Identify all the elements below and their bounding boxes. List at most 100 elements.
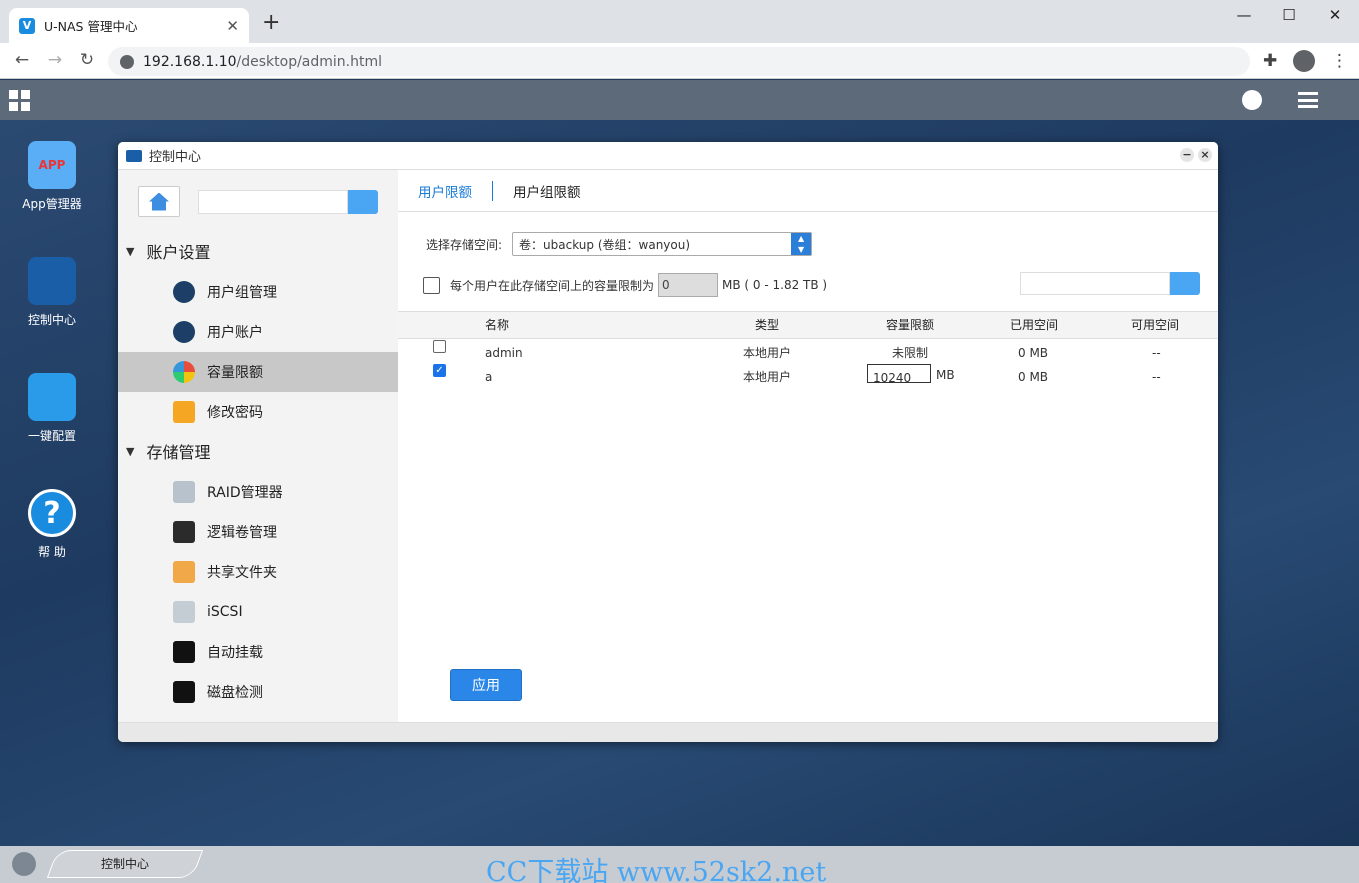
sidebar-item-change-password[interactable]: 修改密码 xyxy=(118,392,398,432)
desktop-icon-label: App管理器 xyxy=(22,197,82,211)
minimize-window-icon[interactable]: — xyxy=(1222,6,1266,24)
site-info-icon[interactable] xyxy=(120,54,134,69)
section-label: 账户设置 xyxy=(146,243,211,262)
sidebar-item-shared-folder[interactable]: 共享文件夹 xyxy=(118,552,398,592)
storage-select-label: 选择存储空间: xyxy=(426,237,503,252)
window-title-bar[interactable]: 控制中心 xyxy=(118,142,1218,170)
row-type: 本地用户 xyxy=(743,370,792,384)
start-logo-icon[interactable] xyxy=(12,852,36,876)
address-bar[interactable]: 192.168.1.10/desktop/admin.html xyxy=(108,47,1250,76)
sidebar-item-raid[interactable]: RAID管理器 xyxy=(118,472,398,512)
user-search-input[interactable] xyxy=(1020,272,1170,295)
sidebar-search-input[interactable] xyxy=(198,190,348,214)
section-storage-management[interactable]: ▼ 存储管理 xyxy=(118,432,398,470)
window-minimize-icon[interactable]: − xyxy=(1180,148,1194,162)
lock-icon xyxy=(173,401,195,423)
sidebar-item-label: 自动挂载 xyxy=(207,645,263,661)
help-glyph: ? xyxy=(43,495,61,531)
desktop-icon-label: 一键配置 xyxy=(27,429,76,443)
raid-icon xyxy=(173,481,195,503)
sidebar-search-button[interactable] xyxy=(348,190,378,214)
sidebar-item-lvm[interactable]: 逻辑卷管理 xyxy=(118,512,398,552)
desktop-icon-one-click-config[interactable]: 一键配置 xyxy=(14,373,90,444)
lvm-icon xyxy=(173,521,195,543)
home-button[interactable] xyxy=(138,186,180,217)
default-limit-label: 每个用户在此存储空间上的容量限制为 xyxy=(450,278,655,293)
close-window-icon[interactable]: ✕ xyxy=(1313,6,1357,24)
sidebar-item-label: 共享文件夹 xyxy=(207,565,277,581)
new-tab-icon[interactable]: + xyxy=(262,12,280,34)
sidebar: ▼ 账户设置 用户组管理 用户账户 容量限额 修改密码 ▼ 存储管理 RAID管理器… xyxy=(118,170,398,722)
automount-icon xyxy=(173,641,195,663)
section-label: 存储管理 xyxy=(146,443,211,462)
sidebar-item-automount[interactable]: 自动挂载 xyxy=(118,632,398,672)
apply-button[interactable]: 应用 xyxy=(450,669,522,701)
desktop-icon-control-center[interactable]: 控制中心 xyxy=(14,257,90,328)
browser-menu-icon[interactable]: ⋮ xyxy=(1331,51,1348,71)
browser-tab-title: U-NAS 管理中心 xyxy=(44,19,138,34)
disk-check-icon xyxy=(173,681,195,703)
quota-tabs: 用户限额 用户组限额 xyxy=(398,170,1218,212)
profile-icon[interactable] xyxy=(1293,50,1315,72)
table-row[interactable]: admin 本地用户 未限制 0 MB -- xyxy=(398,340,1218,364)
sidebar-item-disk-check[interactable]: 磁盘检测 xyxy=(118,672,398,712)
user-account-icon[interactable] xyxy=(1242,90,1262,110)
row-checkbox-checked[interactable]: ✓ xyxy=(433,364,446,377)
user-search-button[interactable] xyxy=(1170,272,1200,295)
default-limit-row: 每个用户在此存储空间上的容量限制为 0 MB ( 0 - 1.82 TB ) xyxy=(423,273,827,297)
back-arrow-icon[interactable]: ← xyxy=(10,50,34,70)
menu-list-icon[interactable] xyxy=(1298,92,1318,108)
help-icon: ? xyxy=(28,489,76,537)
default-limit-input[interactable]: 0 xyxy=(658,273,719,297)
column-quota: 容量限额 xyxy=(886,318,935,332)
desktop-icon-app-manager[interactable]: APP App管理器 xyxy=(14,141,90,212)
quota-icon xyxy=(173,361,195,383)
sidebar-item-label: 磁盘检测 xyxy=(207,685,263,701)
taskbar-task-label: 控制中心 xyxy=(100,857,149,871)
sidebar-item-quota[interactable]: 容量限额 xyxy=(118,352,398,392)
reload-icon[interactable]: ↻ xyxy=(75,50,99,70)
app-manager-icon: APP xyxy=(28,141,76,189)
row-checkbox[interactable] xyxy=(433,340,446,353)
row-quota-unit: MB xyxy=(936,368,955,382)
section-account-settings[interactable]: ▼ 账户设置 xyxy=(118,232,398,270)
extensions-icon[interactable]: ✚ xyxy=(1263,51,1277,71)
tab-user-quota[interactable]: 用户限额 xyxy=(418,181,492,201)
sidebar-item-user-group[interactable]: 用户组管理 xyxy=(118,272,398,312)
unas-favicon: V xyxy=(19,17,35,34)
mouse-icon xyxy=(28,373,76,421)
user-icon xyxy=(173,321,195,343)
row-quota-input[interactable]: 10240 xyxy=(867,364,931,385)
tab-group-quota[interactable]: 用户组限额 xyxy=(513,181,601,201)
window-close-icon[interactable]: × xyxy=(1198,148,1212,162)
desktop-top-bar xyxy=(0,80,1359,120)
iscsi-icon xyxy=(173,601,195,623)
default-limit-checkbox[interactable] xyxy=(423,276,440,294)
storage-select[interactable]: 卷：ubackup (卷组：wanyou) ▲ ▼ xyxy=(512,232,813,256)
expand-triangle-icon: ▼ xyxy=(126,444,135,458)
browser-tab[interactable]: V U-NAS 管理中心 ✕ xyxy=(9,8,249,43)
taskbar-task-control-center[interactable]: 控制中心 xyxy=(46,850,204,878)
row-type: 本地用户 xyxy=(743,346,792,360)
forward-arrow-icon[interactable]: → xyxy=(43,50,67,70)
control-center-window: 控制中心 − × ▼ 账户设置 用户组管理 用户账户 容量限额 修改密码 ▼ 存储管… xyxy=(118,142,1218,742)
control-center-small-icon xyxy=(126,149,142,162)
control-center-icon xyxy=(28,257,76,305)
desktop-icon-help[interactable]: ? 帮 助 xyxy=(14,489,90,560)
browser-toolbar: ← → ↻ 192.168.1.10/desktop/admin.html ✚ … xyxy=(0,43,1359,79)
sidebar-item-user-account[interactable]: 用户账户 xyxy=(118,312,398,352)
table-row[interactable]: ✓ a 本地用户 10240 MB 0 MB -- xyxy=(398,364,1218,388)
close-tab-icon[interactable]: ✕ xyxy=(226,17,239,35)
app-grid-icon[interactable] xyxy=(9,90,30,111)
user-group-icon xyxy=(173,281,195,303)
row-available: -- xyxy=(1152,370,1161,384)
row-available: -- xyxy=(1152,346,1161,360)
column-name: 名称 xyxy=(485,318,510,332)
app-badge-text: APP xyxy=(38,158,66,172)
maximize-window-icon[interactable]: ☐ xyxy=(1267,6,1311,24)
sidebar-item-label: 逻辑卷管理 xyxy=(207,525,277,541)
sidebar-item-label: iSCSI xyxy=(207,604,243,620)
row-quota: 未限制 xyxy=(892,346,929,360)
sidebar-item-iscsi[interactable]: iSCSI xyxy=(118,592,398,632)
column-available: 可用空间 xyxy=(1131,318,1180,332)
